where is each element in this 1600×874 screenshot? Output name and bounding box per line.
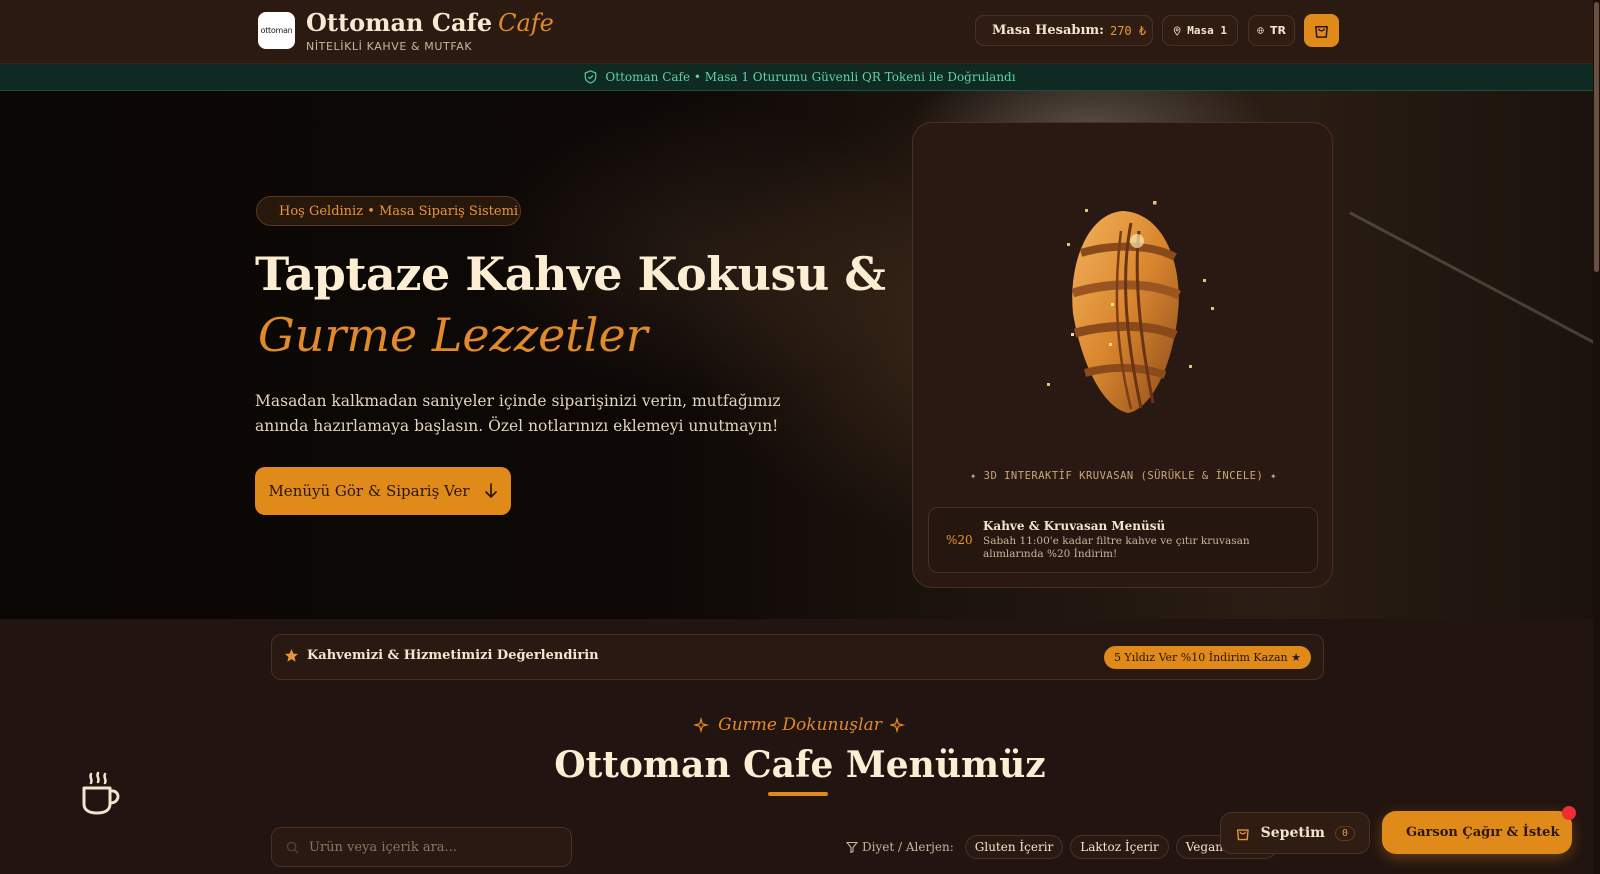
hero-script-title: Gurme Lezzetler (258, 308, 648, 362)
sparkles-icon (694, 717, 710, 733)
promo-title: Kahve & Kruvasan Menüsü (983, 519, 1166, 533)
view-menu-button[interactable]: Menüyü Gör & Sipariş Ver (255, 467, 511, 515)
sparkles-icon (889, 717, 906, 733)
hero-description: Masadan kalkmadan saniyeler içinde sipar… (255, 392, 781, 435)
notification-dot (1562, 806, 1576, 820)
eyebrow-text: Gurme Dokunuşlar (718, 715, 882, 735)
arrow-down-icon (484, 483, 497, 498)
diet-filters: Diyet / Alerjen: Gluten İçerir Laktoz İç… (846, 835, 1277, 859)
waiter-label: Garson Çağır & İstek (1406, 825, 1560, 840)
coffee-cup-icon[interactable] (78, 770, 124, 816)
brand-subtitle: NİTELİKLİ KAHVE & MUTFAK (306, 40, 473, 53)
promo-card[interactable]: %20 Kahve & Kruvasan Menüsü Sabah 11:00'… (928, 507, 1318, 573)
globe-icon (1257, 27, 1264, 34)
cart-count-badge: 0 (1334, 825, 1355, 841)
call-waiter-button[interactable]: Garson Çağır & İstek (1382, 811, 1572, 854)
account-label: Masa Hesabım: (992, 23, 1104, 38)
menu-search[interactable] (271, 827, 572, 867)
filter-chip-lactose[interactable]: Laktoz İçerir (1070, 835, 1169, 859)
brand-name: Ottoman Cafe (306, 8, 493, 37)
hero-background (0, 91, 1600, 619)
table-indicator[interactable]: Masa 1 (1162, 15, 1238, 46)
filter-chip-gluten[interactable]: Gluten İçerir (964, 835, 1064, 859)
rating-label-group: Kahvemizi & Hizmetimizi Değerlendirin (284, 648, 599, 663)
table-label: Masa 1 (1187, 24, 1227, 37)
star-icon (284, 648, 299, 662)
page-scrollbar[interactable] (1593, 0, 1600, 874)
menu-title: Ottoman Cafe Menümüz (554, 744, 1046, 786)
verify-text: Ottoman Cafe • Masa 1 Oturumu Güvenli QR… (605, 70, 1016, 84)
shopping-bag-icon (1236, 828, 1249, 840)
cart-label: Sepetim (1260, 825, 1325, 841)
search-icon (286, 841, 299, 854)
top-header: ottoman Ottoman Cafe Cafe NİTELİKLİ KAHVE… (0, 0, 1600, 64)
session-verified-bar: Ottoman Cafe • Masa 1 Oturumu Güvenli QR… (0, 64, 1600, 91)
title-underline (768, 792, 828, 796)
promo-description: Sabah 11:00'e kadar filtre kahve ve çıtı… (983, 535, 1250, 560)
promo-percent: %20 (946, 533, 973, 547)
shopping-bag-icon (1315, 25, 1328, 38)
brand-title: Ottoman Cafe Cafe (306, 8, 554, 37)
rate-five-stars-button[interactable]: 5 Yıldız Ver %10 İndirim Kazan ★ (1103, 646, 1311, 669)
header-cart-button[interactable] (1304, 14, 1339, 47)
account-value: 270 ₺ (1109, 23, 1147, 38)
cta-label: Menüyü Gör & Sipariş Ver (268, 482, 470, 500)
scrollbar-thumb[interactable] (1594, 2, 1599, 272)
croissant-caption: ✦ 3D INTERAKTİF KRUVASAN (SÜRÜKLE & İNCE… (970, 470, 1277, 482)
rating-text: Kahvemizi & Hizmetimizi Değerlendirin (307, 648, 599, 663)
filter-label: Diyet / Alerjen: (862, 840, 954, 854)
logo-text: ottoman (260, 26, 293, 35)
brand-accent: Cafe (498, 9, 554, 37)
welcome-badge: Hoş Geldiniz • Masa Sipariş Sistemi (256, 196, 521, 226)
rate-button-label: 5 Yıldız Ver %10 İndirim Kazan ★ (1113, 651, 1301, 664)
badge-text: Hoş Geldiniz • Masa Sipariş Sistemi (279, 203, 519, 219)
hero-title: Taptaze Kahve Kokusu & (255, 247, 886, 301)
floating-cart-button[interactable]: Sepetim 0 (1220, 812, 1370, 854)
shield-check-icon (585, 70, 597, 84)
menu-eyebrow: Gurme Dokunuşlar (0, 715, 1600, 735)
table-account-button[interactable]: $ Masa Hesabım: 270 ₺ (975, 15, 1153, 46)
search-input[interactable] (309, 839, 549, 855)
croissant-3d-image[interactable] (1013, 183, 1243, 443)
filter-label-group: Diyet / Alerjen: (846, 840, 954, 854)
language-label: TR (1270, 24, 1286, 37)
filter-icon (846, 841, 858, 853)
brand-logo[interactable]: ottoman (258, 12, 295, 49)
language-switcher[interactable]: TR (1248, 15, 1295, 46)
rating-bar[interactable]: Kahvemizi & Hizmetimizi Değerlendirin 5 … (271, 634, 1324, 680)
croissant-showcase-card: ✦ 3D INTERAKTİF KRUVASAN (SÜRÜKLE & İNCE… (912, 122, 1333, 588)
map-pin-icon (1173, 26, 1181, 36)
